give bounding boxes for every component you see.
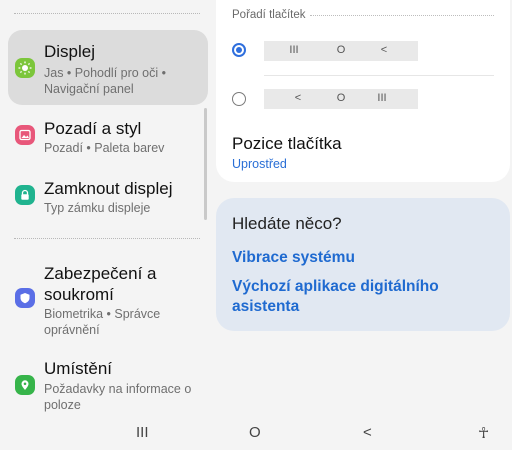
lock-icon xyxy=(15,185,35,205)
settings-item-title: Umístění xyxy=(44,359,113,378)
location-icon xyxy=(15,375,35,395)
search-suggestions-card: Hledáte něco? Vibrace systému Výchozí ap… xyxy=(216,198,510,331)
home-glyph: O xyxy=(336,92,346,104)
settings-item-title: Displej xyxy=(44,42,96,61)
back-button[interactable]: < xyxy=(363,424,372,441)
image-icon xyxy=(15,125,35,145)
recents-button[interactable]: III xyxy=(136,424,149,441)
settings-item-wallpaper[interactable]: Pozadí a styl Pozadí • Paleta barev xyxy=(8,113,208,163)
settings-item-subtitle: Jas • Pohodlí pro oči • Navigační panel xyxy=(44,66,167,96)
settings-item-title: Zabezpečení a soukromí xyxy=(44,264,157,304)
link-system-vibration[interactable]: Vibrace systému xyxy=(232,248,492,268)
button-order-card: Pořadí tlačítek III O < < O III Pozice t… xyxy=(216,0,510,182)
back-glyph: < xyxy=(380,44,388,56)
settings-item-security[interactable]: Zabezpečení a soukromí Biometrika • Sprá… xyxy=(8,258,208,340)
divider xyxy=(14,13,200,14)
suggestions-heading: Hledáte něco? xyxy=(232,214,342,233)
settings-item-location[interactable]: Umístění Požadavky na informace o poloze xyxy=(8,355,208,415)
back-glyph: < xyxy=(294,92,302,104)
settings-item-display[interactable]: Displej Jas • Pohodlí pro oči • Navigačn… xyxy=(8,30,208,105)
divider xyxy=(14,238,200,239)
settings-list: Displej Jas • Pohodlí pro oči • Navigačn… xyxy=(0,0,212,418)
recents-glyph: III xyxy=(289,44,299,56)
link-default-assistant-app[interactable]: Výchozí aplikace digitálního asistenta xyxy=(232,277,492,317)
settings-item-subtitle: Typ zámku displeje xyxy=(44,201,151,215)
button-position-value: Uprostřed xyxy=(232,157,287,171)
scrollbar[interactable] xyxy=(204,108,207,220)
settings-item-lock-screen[interactable]: Zamknout displej Typ zámku displeje xyxy=(8,173,208,223)
nav-order-preview-2[interactable]: < O III xyxy=(264,89,418,109)
radio-order-2[interactable] xyxy=(232,92,246,106)
settings-item-title: Pozadí a styl xyxy=(44,119,142,138)
divider xyxy=(310,15,494,16)
section-header: Pořadí tlačítek xyxy=(232,9,306,21)
sun-icon xyxy=(15,58,35,78)
nav-order-preview-1[interactable]: III O < xyxy=(264,41,418,61)
shield-icon xyxy=(15,288,35,308)
recents-glyph: III xyxy=(377,92,387,104)
radio-order-1[interactable] xyxy=(232,43,246,57)
accessibility-icon[interactable]: ☥ xyxy=(478,424,489,442)
divider xyxy=(264,75,494,76)
settings-item-subtitle: Požadavky na informace o poloze xyxy=(44,382,192,412)
button-position-title[interactable]: Pozice tlačítka xyxy=(232,134,342,154)
settings-item-subtitle: Pozadí • Paleta barev xyxy=(44,141,165,155)
settings-item-title: Zamknout displej xyxy=(44,179,173,198)
settings-item-subtitle: Biometrika • Správce oprávnění xyxy=(44,307,161,337)
home-button[interactable]: O xyxy=(249,424,261,441)
home-glyph: O xyxy=(336,44,346,56)
navigation-bar: III O < ☥ xyxy=(0,418,512,450)
